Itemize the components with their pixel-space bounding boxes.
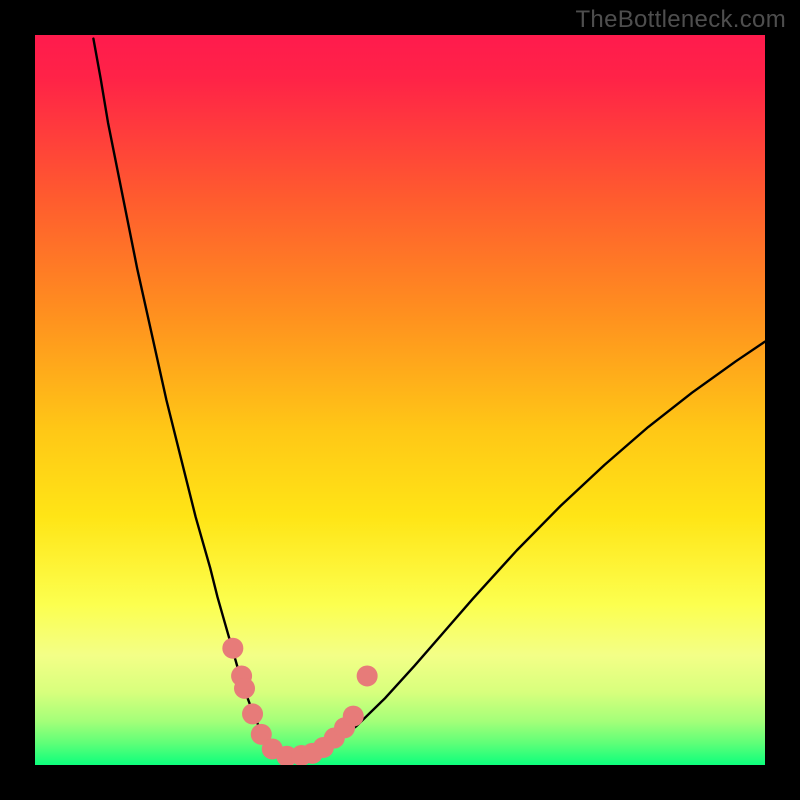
- chart-frame: TheBottleneck.com: [0, 0, 800, 800]
- plot-area: [35, 35, 765, 765]
- gradient-background: [35, 35, 765, 765]
- data-marker: [242, 703, 263, 724]
- data-marker: [222, 638, 243, 659]
- bottleneck-chart-svg: [35, 35, 765, 765]
- data-marker: [357, 665, 378, 686]
- watermark-text: TheBottleneck.com: [575, 6, 786, 34]
- data-marker: [343, 706, 364, 727]
- data-marker: [234, 678, 255, 699]
